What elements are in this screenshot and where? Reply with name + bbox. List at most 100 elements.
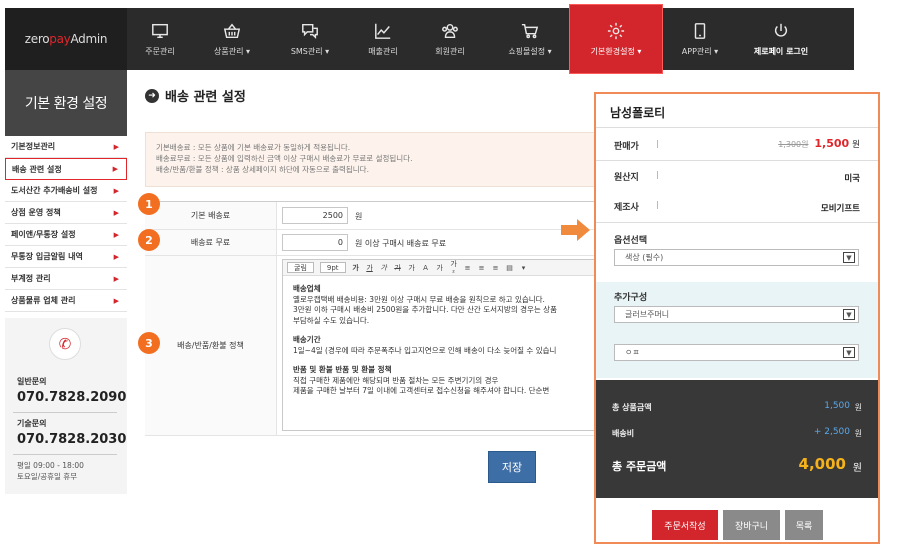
divider bbox=[13, 412, 117, 413]
list-button[interactable]: 목록 bbox=[785, 510, 823, 540]
nav-label: 매출관리 bbox=[368, 46, 398, 56]
sidebar-item-sub-accounts[interactable]: 부계정 관리 ▶ bbox=[5, 268, 127, 290]
shipping-fee-label: 배송비 bbox=[612, 429, 635, 438]
font-color-button[interactable]: 가 bbox=[408, 263, 416, 273]
sidebar-item-label: 부계정 관리 bbox=[11, 274, 51, 283]
divider bbox=[596, 127, 878, 128]
nav-label: 주문관리 bbox=[145, 46, 175, 56]
phone-icon bbox=[694, 22, 706, 39]
free-shipping-unit: 원 이상 구매시 배송료 무료 bbox=[355, 239, 447, 248]
addon-section: 추가구성 글러브주머니 ▼ ㅇㅍ ▼ bbox=[596, 282, 878, 378]
align-right-icon[interactable]: ≡ bbox=[492, 264, 500, 272]
sidebar-item-label: 페이앤/무통장 설정 bbox=[11, 230, 76, 239]
basket-icon bbox=[223, 23, 241, 38]
cart-button[interactable]: 장바구니 bbox=[723, 510, 780, 540]
justify-icon[interactable]: ▤ bbox=[506, 264, 514, 272]
sidebar-item-deposit-alerts[interactable]: 무통장 입금알림 내역 ▶ bbox=[5, 246, 127, 268]
nav-products[interactable]: 상품관리 ▾ bbox=[199, 8, 265, 70]
nav-basic-settings[interactable]: 기본환경설정 ▾ bbox=[569, 4, 663, 74]
chevron-right-icon: ▶ bbox=[113, 296, 119, 305]
sidebar-item-remote-shipping[interactable]: 도서산간 추가배송비 설정 ▶ bbox=[5, 180, 127, 202]
arrow-circle-icon: ➜ bbox=[145, 88, 159, 103]
sidebar-item-payment[interactable]: 페이앤/무통장 설정 ▶ bbox=[5, 224, 127, 246]
nav-app[interactable]: APP관리 ▾ bbox=[667, 8, 733, 70]
row-policy: 배송/반품/환불 정책 굴림 9pt 가 가 가 가 가 A 가 가² ≡ ≡ … bbox=[145, 256, 615, 436]
sidebar-item-label: 무통장 입금알림 내역 bbox=[11, 252, 83, 261]
bold-button[interactable]: 가 bbox=[352, 263, 360, 273]
nav-sales[interactable]: 매출관리 bbox=[350, 8, 416, 70]
separator-bar: | bbox=[656, 200, 659, 209]
addon-select-1[interactable]: 글러브주머니 ▼ bbox=[614, 306, 859, 323]
subscript-button[interactable]: 가 bbox=[436, 263, 444, 273]
chevron-right-icon: ▶ bbox=[113, 142, 119, 151]
top-nav: zero pay Admin 주문관리 상품관리 ▾ SMS관리 ▾ 매출관리 회… bbox=[5, 4, 854, 74]
price-unit: 원 bbox=[852, 140, 860, 150]
align-center-icon[interactable]: ≡ bbox=[478, 264, 486, 272]
order-summary: 총 상품금액 1,500 원 배송비 + 2,500 원 총 주문금액 4,00… bbox=[596, 380, 878, 498]
page-title: 배송 관련 설정 bbox=[165, 90, 246, 105]
sidebar-item-logistics[interactable]: 상품물류 업체 관리 ▶ bbox=[5, 290, 127, 312]
logo[interactable]: zero pay Admin bbox=[5, 8, 127, 70]
base-fee-input[interactable]: 2500 bbox=[282, 207, 348, 224]
nav-label: 쇼핑몰설정 ▾ bbox=[508, 46, 552, 56]
row-base-fee: 기본 배송료 2500 원 bbox=[145, 202, 615, 230]
sidebar-item-basic-info[interactable]: 기본정보관리 ▶ bbox=[5, 136, 127, 158]
superscript-button[interactable]: 가² bbox=[450, 260, 458, 277]
sidebar-item-label: 도서산간 추가배송비 설정 bbox=[11, 186, 98, 195]
chevron-right-icon: ▶ bbox=[112, 165, 118, 173]
base-fee-unit: 원 bbox=[355, 212, 363, 221]
power-icon bbox=[774, 23, 788, 37]
notice-line: 배송료무료 : 모든 상품에 입력하신 금액 이상 구매시 배송료가 무료로 설… bbox=[156, 154, 413, 163]
underline-button[interactable]: 가 bbox=[366, 263, 374, 273]
sidebar-item-shipping[interactable]: 배송 관련 설정 ▶ bbox=[5, 158, 127, 180]
sidebar-item-label: 상품물류 업체 관리 bbox=[11, 296, 76, 305]
free-shipping-input[interactable]: 0 bbox=[282, 234, 348, 251]
sidebar-menu: 기본정보관리 ▶ 배송 관련 설정 ▶ 도서산간 추가배송비 설정 ▶ 상점 운영 정… bbox=[5, 136, 127, 312]
editor-line: 1일~4일 (경우에 따라 주문폭주나 입고지연으로 인해 배송이 다소 늦어질… bbox=[293, 345, 557, 355]
contact-box: ✆ 일반문의 070.7828.2090 기술문의 070.7828.2030 … bbox=[5, 318, 127, 494]
highlight-button[interactable]: A bbox=[422, 264, 430, 272]
size-select[interactable]: 9pt bbox=[319, 262, 346, 273]
order-button[interactable]: 주문서작성 bbox=[652, 510, 718, 540]
nav-members[interactable]: 회원관리 bbox=[417, 8, 483, 70]
original-price: 1,300원 bbox=[778, 140, 809, 149]
policy-editor[interactable]: 굴림 9pt 가 가 가 가 가 A 가 가² ≡ ≡ ≡ ▤ ▾ 배송업체 옐… bbox=[282, 259, 615, 431]
chevron-right-icon: ▶ bbox=[113, 208, 119, 217]
step-badge-2: 2 bbox=[138, 229, 160, 251]
step-badge-1: 1 bbox=[138, 193, 160, 215]
option-select[interactable]: 색상 (필수) ▼ bbox=[614, 249, 859, 266]
editor-toolbar: 굴림 9pt 가 가 가 가 가 A 가 가² ≡ ≡ ≡ ▤ ▾ bbox=[283, 260, 614, 277]
nav-sms[interactable]: SMS관리 ▾ bbox=[277, 8, 343, 70]
divider bbox=[13, 454, 117, 455]
tech-inquiry-label: 기술문의 bbox=[17, 419, 47, 428]
italic-button[interactable]: 가 bbox=[380, 263, 388, 273]
nav-zeropay-login[interactable]: 제로페이 로그인 bbox=[745, 8, 817, 70]
strike-button[interactable]: 가 bbox=[394, 263, 402, 273]
more-icon[interactable]: ▾ bbox=[520, 264, 528, 272]
save-button[interactable]: 저장 bbox=[488, 451, 536, 483]
step-badge-3: 3 bbox=[138, 332, 160, 354]
align-left-icon[interactable]: ≡ bbox=[464, 264, 472, 272]
cart-icon bbox=[521, 23, 539, 38]
editor-line: 3만원 이하 구매시 배송비 2500원을 추가합니다. 다만 산간 도서지방의… bbox=[293, 305, 557, 314]
chevron-down-icon: ▼ bbox=[843, 309, 855, 320]
editor-line: 제품을 구매한 날부터 7일 이내에 고객센터로 접수신청을 해주셔야 합니다.… bbox=[293, 386, 550, 395]
font-select[interactable]: 굴림 bbox=[287, 262, 314, 273]
product-preview-panel: 남성폴로티 판매가 | 1,300원 1,500 원 원산지 | 미국 제조사 … bbox=[594, 92, 880, 544]
option-label: 옵션선택 bbox=[614, 236, 648, 246]
editor-line: 배송업체 bbox=[293, 284, 321, 293]
addon-select-2[interactable]: ㅇㅍ ▼ bbox=[614, 344, 859, 361]
chevron-right-icon: ▶ bbox=[113, 252, 119, 261]
gear-icon bbox=[607, 22, 625, 39]
editor-content[interactable]: 배송업체 옐로우캡택배 배송비용: 3만원 이상 구매시 무료 배송을 원칙으로… bbox=[283, 276, 614, 405]
maker-value: 모비기프트 bbox=[820, 204, 860, 214]
separator-bar: | bbox=[656, 170, 659, 179]
nav-shop-settings[interactable]: 쇼핑몰설정 ▾ bbox=[495, 8, 565, 70]
editor-line: 옐로우캡택배 배송비용: 3만원 이상 구매시 무료 배송을 원칙으로 하고 있… bbox=[293, 294, 545, 304]
nav-orders[interactable]: 주문관리 bbox=[127, 8, 193, 70]
addon-select-value: ㅇㅍ bbox=[625, 348, 640, 357]
sidebar-item-store-policy[interactable]: 상점 운영 정책 ▶ bbox=[5, 202, 127, 224]
chevron-right-icon: ▶ bbox=[113, 274, 119, 283]
sale-price: 1,500 bbox=[814, 137, 850, 150]
editor-spacer bbox=[293, 356, 604, 365]
